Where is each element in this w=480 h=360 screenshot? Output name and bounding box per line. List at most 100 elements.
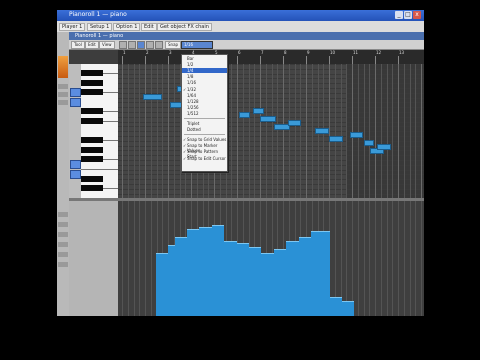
pointer-tool-icon[interactable] <box>119 41 127 49</box>
velocity-bar[interactable] <box>348 301 355 316</box>
edit-menu[interactable]: Edit <box>85 41 99 49</box>
midi-note[interactable] <box>363 140 375 146</box>
beat-line <box>139 64 141 198</box>
left-tool-button[interactable] <box>58 242 68 247</box>
menu-separator <box>184 118 225 119</box>
erase-tool-icon[interactable] <box>146 41 154 49</box>
timeline-ruler[interactable]: 1 2 3 4 5 6 7 8 9 10 11 12 13 <box>118 50 424 64</box>
tool-menu[interactable]: Tool <box>71 41 85 49</box>
left-tool-button[interactable] <box>58 212 68 217</box>
beat-line <box>369 64 371 198</box>
snap-menu-item[interactable]: ✓ 1/32 <box>182 87 227 92</box>
black-key[interactable] <box>81 146 103 153</box>
beat-line <box>334 64 336 198</box>
select-tool-icon[interactable] <box>137 41 145 49</box>
ruler-tick-line <box>145 56 146 64</box>
black-key[interactable] <box>81 156 103 163</box>
left-tool-button[interactable] <box>58 222 68 227</box>
snap-menu-item-label: 1/128 <box>187 98 199 104</box>
snap-menu-item[interactable]: ✓ Snap to Pattern Start <box>182 149 227 159</box>
pianoroll-title: Pianoroll 1 — piano <box>75 33 124 39</box>
menu-setup[interactable]: Setup 1 <box>87 23 113 31</box>
ruler-mark: 8 <box>284 50 287 55</box>
menu-separator <box>184 134 225 136</box>
snap-menu-item[interactable]: 1/256 <box>182 105 227 110</box>
beat-line <box>162 64 164 198</box>
piano-keyboard[interactable] <box>81 64 118 199</box>
black-key[interactable] <box>81 70 103 76</box>
maximize-button[interactable]: □ <box>404 11 412 19</box>
snap-menu-item[interactable]: 1/8 <box>182 74 227 79</box>
black-key[interactable] <box>81 175 103 182</box>
track-color-swatch <box>58 56 68 78</box>
snap-menu-item[interactable]: 1/16 <box>182 80 227 85</box>
snap-menu-item[interactable]: 1/128 <box>182 99 227 104</box>
ruler-tick-line <box>306 56 307 64</box>
midi-note[interactable] <box>349 132 364 138</box>
beat-line <box>127 64 129 198</box>
snap-menu-item[interactable]: ✓ Snap to Edit Cursor <box>182 156 227 161</box>
velocity-grid-line <box>398 201 399 316</box>
snap-menu-item[interactable]: ✓ Snap to Grid Values <box>182 137 227 142</box>
left-tool-button[interactable] <box>58 100 68 105</box>
velocity-grid-line <box>122 201 123 316</box>
beat-line <box>133 64 135 198</box>
mute-tool-icon[interactable] <box>155 41 163 49</box>
left-tool-button[interactable] <box>58 92 68 97</box>
black-key[interactable] <box>81 89 103 96</box>
app-window: Pianoroll 1 — piano _ □ x Player 1 Setup… <box>57 10 424 316</box>
velocity-grid-line <box>145 201 146 316</box>
minimize-button[interactable]: _ <box>395 11 403 19</box>
menu-player[interactable]: Player 1 <box>59 23 86 31</box>
black-key[interactable] <box>81 185 103 192</box>
snap-menu-item-label: 1/64 <box>187 92 196 98</box>
title-bar[interactable]: Pianoroll 1 — piano _ □ x <box>57 10 424 21</box>
close-button[interactable]: x <box>413 11 421 19</box>
snap-menu-item[interactable]: Dotted <box>182 127 227 132</box>
ruler-tick-line <box>329 56 330 64</box>
midi-note[interactable] <box>377 144 391 150</box>
midi-note[interactable] <box>287 120 302 126</box>
check-icon: ✓ <box>183 137 187 143</box>
menu-edit[interactable]: Edit <box>141 23 157 31</box>
menu-fx-chain[interactable]: Get object FX chain <box>157 23 212 31</box>
black-key[interactable] <box>81 79 103 86</box>
black-key[interactable] <box>81 137 103 144</box>
snap-menu-item[interactable]: 1/4 <box>182 68 227 74</box>
note-grid[interactable] <box>118 64 424 198</box>
check-icon: ✓ <box>183 155 187 161</box>
beat-line <box>173 64 175 198</box>
velocity-grid-line <box>380 201 382 316</box>
view-menu[interactable]: View <box>99 41 115 49</box>
midi-note[interactable] <box>315 128 329 134</box>
left-tool-button[interactable] <box>58 252 68 257</box>
snap-menu-item[interactable]: ✓ Snap to Marker Values <box>182 143 227 153</box>
snap-menu-item[interactable]: 1/2 <box>182 62 227 67</box>
midi-note[interactable] <box>142 94 162 100</box>
midi-note[interactable] <box>260 116 277 122</box>
pencil-tool-icon[interactable] <box>128 41 136 49</box>
left-tool-button[interactable] <box>58 262 68 267</box>
snap-menu-item[interactable]: 1/64 <box>182 93 227 98</box>
black-key[interactable] <box>81 118 103 124</box>
snap-dropdown[interactable]: 1/16 <box>181 41 213 49</box>
black-key[interactable] <box>81 108 103 115</box>
left-tool-button[interactable] <box>58 84 68 89</box>
window-title: Pianoroll 1 — piano <box>69 11 127 18</box>
snap-menu-item-label: 1/16 <box>187 80 196 86</box>
beat-line <box>421 64 422 198</box>
pianoroll-title-bar[interactable]: Pianoroll 1 — piano <box>69 32 424 40</box>
snap-menu-item[interactable]: Triplet <box>182 121 227 126</box>
snap-menu-item[interactable]: 1/512 <box>182 111 227 116</box>
snap-menu-item[interactable]: Bar <box>182 56 227 61</box>
snap-menu-item-label: 1/2 <box>187 62 194 68</box>
midi-note[interactable] <box>253 108 264 114</box>
midi-note[interactable] <box>329 136 343 142</box>
beat-line <box>329 64 330 198</box>
left-tool-button[interactable] <box>58 232 68 237</box>
velocity-lane-header <box>69 201 118 316</box>
midi-note[interactable] <box>239 112 250 118</box>
beat-line <box>294 64 296 198</box>
menu-option[interactable]: Option 1 <box>113 23 141 31</box>
velocity-lane[interactable] <box>118 201 424 316</box>
